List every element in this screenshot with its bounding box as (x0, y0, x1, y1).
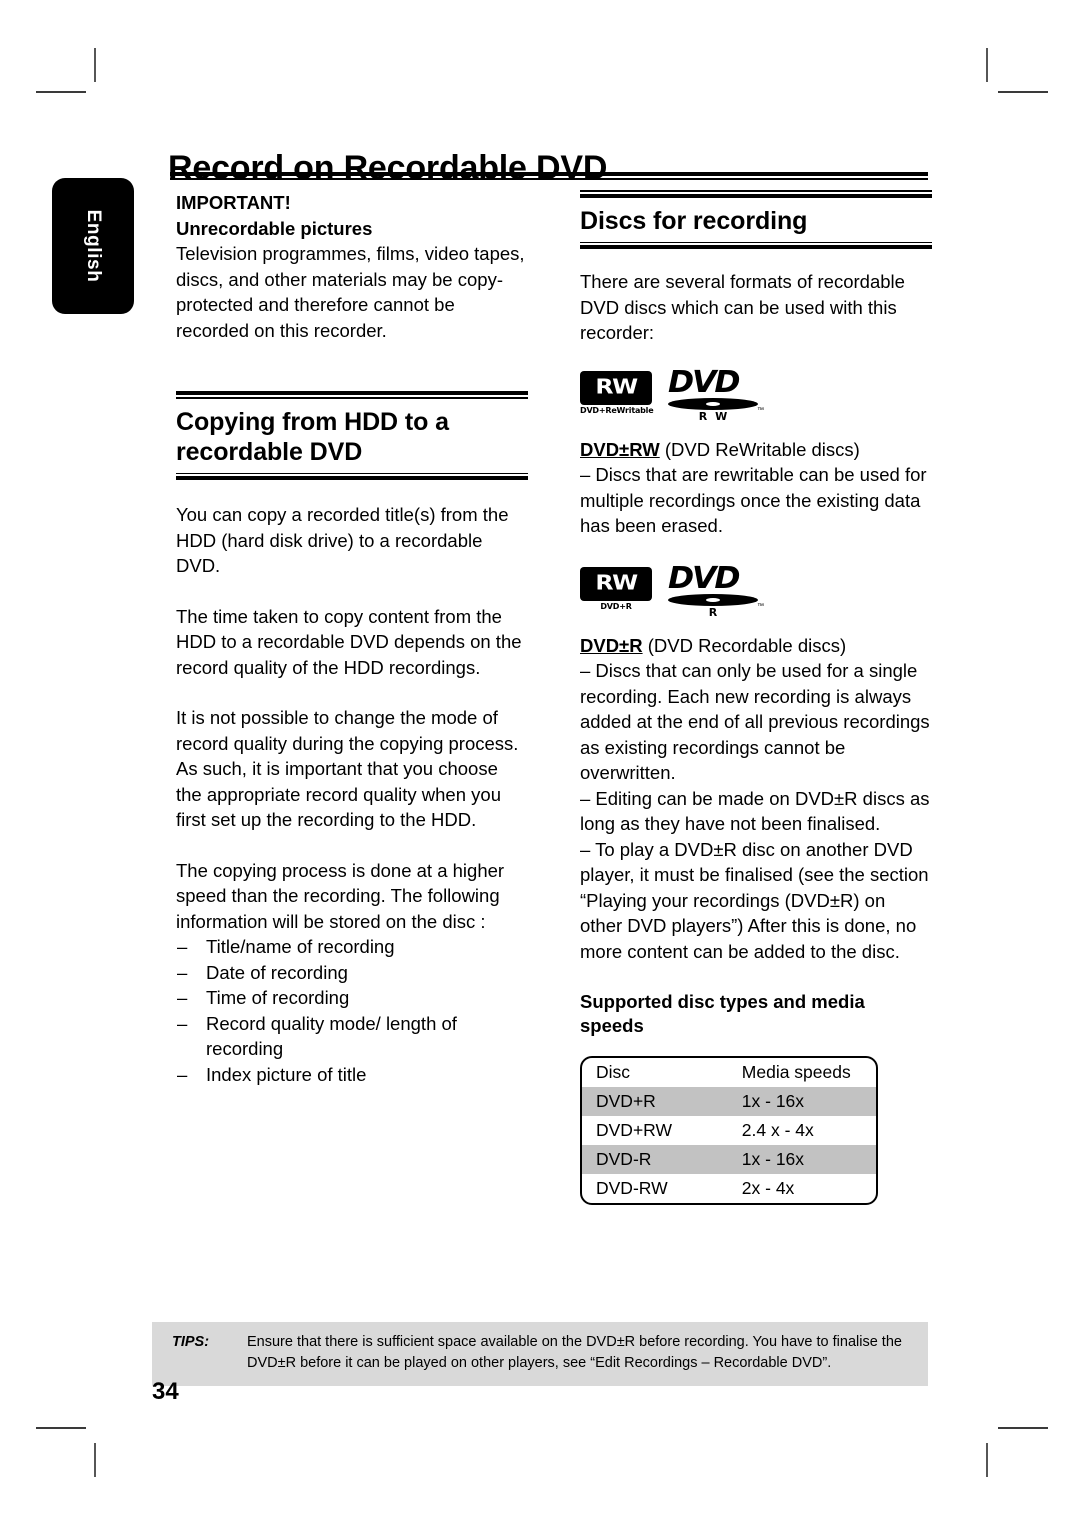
dvd-rw-logo: RW DVD+ReWritable DVD ™ R W (580, 367, 932, 427)
dvd-wordmark: DVD (668, 364, 740, 400)
table-row: DVD+R 1x - 16x (582, 1087, 876, 1116)
rw-box-icon: RW (580, 566, 652, 601)
table-cell-speed: 1x - 16x (685, 1087, 876, 1116)
list-dash: – (177, 987, 188, 1008)
list-item-label: Record quality mode/ length of recording (206, 1012, 457, 1060)
rw-box-label: RW (595, 569, 638, 594)
paragraph-copy-speed: The copying process is done at a higher … (176, 859, 505, 932)
dvd-mark-subtitle: R W (698, 409, 730, 423)
list-dash: – (177, 1012, 188, 1034)
crop-mark-bottom-right-vertical (986, 1443, 988, 1477)
tips-label: TIPS: (172, 1334, 210, 1350)
supported-disc-table: Disc Media speeds DVD+R 1x - 16x DVD+RW … (580, 1056, 878, 1205)
table-cell-disc: DVD-R (582, 1145, 686, 1174)
list-item-label: Title/name of recording (206, 936, 395, 957)
table-cell-disc: DVD-RW (596, 1178, 668, 1198)
rw-badge-caption: DVD+ReWritable (580, 405, 654, 415)
rw-box-icon: RW (580, 370, 652, 405)
list-item: – Index picture of title (176, 1062, 528, 1088)
table-header-row: Disc Media speeds (582, 1058, 876, 1087)
page-title-rule (170, 172, 928, 180)
rw-badge-recordable: RW DVD+R (580, 566, 652, 612)
list-item: – Date of recording (176, 960, 528, 986)
table-row: DVD-RW 2x - 4x (582, 1174, 876, 1203)
table-heading: Supported disc types and media speeds (580, 991, 865, 1036)
table-cell-speed: 2.4 x - 4x (741, 1120, 814, 1140)
format-body-dvd-r: – Discs that can only be used for a sing… (580, 660, 930, 783)
dvd-disc-icon: ™ (668, 397, 764, 414)
crop-mark-bottom-left-horizontal (36, 1427, 86, 1429)
crop-mark-bottom-left-vertical (94, 1443, 96, 1477)
paragraph-copy-intro: You can copy a recorded title(s) from th… (176, 504, 509, 576)
table-cell-speed: 1x - 16x (685, 1145, 876, 1174)
table-column-header-disc: Disc (596, 1062, 631, 1082)
left-column: IMPORTANT! Unrecordable pictures Televis… (176, 190, 528, 1087)
language-tab: English (52, 178, 134, 314)
format-term-suffix-dvd-rw: (DVD ReWritable discs) (659, 438, 860, 460)
section-heading-discs: Discs for recording (580, 190, 932, 249)
format-term-dvd-rw: DVD±RW (580, 438, 660, 460)
table-column-header-speed: Media speeds (741, 1062, 851, 1082)
list-item: – Record quality mode/ length of recordin… (176, 1011, 528, 1062)
format-dvd-rw-block: DVD±RW (DVD ReWritable discs) – Discs th… (580, 437, 932, 539)
table-row: DVD-R 1x - 16x (582, 1145, 876, 1174)
trademark-symbol: ™ (757, 602, 764, 610)
trademark-symbol: ™ (757, 406, 764, 414)
list-item-label: Date of recording (206, 961, 348, 983)
rw-box-label: RW (595, 373, 638, 398)
important-subhead: Unrecordable pictures (176, 217, 373, 239)
language-tab-label: English (83, 209, 104, 283)
list-dash: – (177, 1063, 188, 1085)
crop-mark-top-right-horizontal (998, 91, 1048, 93)
paragraph-copy-mode: It is not possible to change the mode of… (176, 707, 519, 830)
section-heading-discs-text: Discs for recording (580, 206, 808, 235)
important-body: Television programmes, films, video tape… (176, 243, 525, 341)
stored-info-list: – Title/name of recording – Date of record… (176, 934, 528, 1087)
paragraph-copy-time: The time taken to copy content from the … (176, 605, 522, 678)
crop-mark-top-right-vertical (986, 48, 988, 82)
important-label: IMPORTANT! (176, 192, 291, 213)
page-number: 34 (152, 1378, 179, 1405)
list-dash: – (177, 936, 188, 957)
crop-mark-top-left-vertical (94, 48, 96, 82)
dvd-mark-subtitle: R (708, 605, 720, 619)
important-block: IMPORTANT! Unrecordable pictures Televis… (176, 190, 528, 343)
format-dvd-r-block: DVD±R (DVD Recordable discs) – Discs tha… (580, 633, 932, 965)
list-item: – Time of recording (176, 985, 528, 1011)
page-title: Record on Recordable DVD (168, 148, 608, 187)
rw-badge-caption: DVD+R (600, 601, 632, 611)
format-body3-dvd-r: – To play a DVD±R disc on another DVD pl… (580, 838, 929, 962)
dvd-disc-mark: DVD ™ R W (668, 367, 764, 423)
list-item-label: Time of recording (206, 987, 350, 1008)
crop-mark-bottom-right-horizontal (998, 1427, 1048, 1429)
format-body-dvd-rw: – Discs that are rewritable can be used … (580, 464, 927, 536)
list-item: – Title/name of recording (176, 934, 528, 960)
tips-text: Ensure that there is sufficient space av… (247, 1334, 902, 1371)
rw-badge-rewritable: RW DVD+ReWritable (580, 370, 654, 416)
format-term-dvd-r: DVD±R (580, 634, 643, 656)
dvd-disc-icon: ™ (668, 593, 764, 610)
tips-bar: TIPS: Ensure that there is sufficient sp… (152, 1322, 928, 1386)
crop-mark-top-left-horizontal (36, 91, 86, 93)
dvd-wordmark: DVD (668, 560, 740, 596)
section-heading-copying-text: Copying from HDD to a recordable DVD (176, 407, 449, 466)
list-dash: – (177, 961, 188, 983)
right-column: Discs for recording There are several fo… (580, 190, 932, 1205)
document-page: English Record on Recordable DVD IMPORTA… (0, 0, 1080, 1524)
paragraph-formats-intro: There are several formats of recordable … (580, 271, 905, 343)
table-cell-disc: DVD+R (582, 1087, 686, 1116)
table-cell-speed: 2x - 4x (741, 1178, 795, 1198)
table-cell-disc: DVD+RW (596, 1120, 673, 1140)
list-item-label: Index picture of title (206, 1063, 367, 1085)
dvd-disc-mark: DVD ™ R (668, 563, 764, 619)
table-row: DVD+RW 2.4 x - 4x (582, 1116, 876, 1145)
section-heading-copying: Copying from HDD to a recordable DVD (176, 391, 528, 480)
format-body2-dvd-r: – Editing can be made on DVD±R discs as … (580, 787, 930, 835)
dvd-r-logo: RW DVD+R DVD ™ R (580, 563, 932, 623)
format-term-suffix-dvd-r: (DVD Recordable discs) (642, 634, 847, 656)
